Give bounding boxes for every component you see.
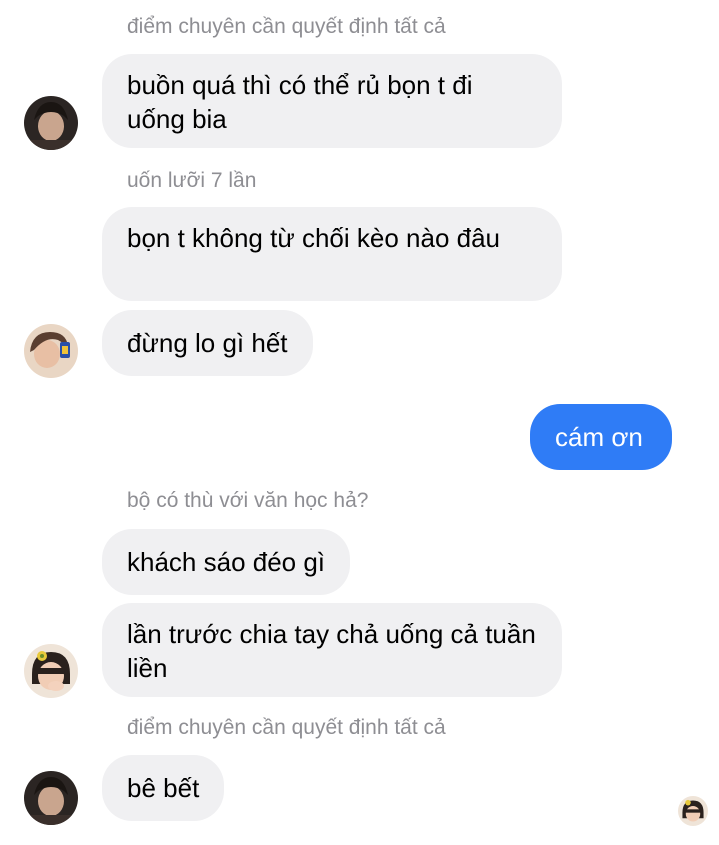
message-bubble[interactable]: đừng lo gì hết (102, 310, 313, 376)
message-bubble[interactable]: lần trước chia tay chả uống cả tuần liền (102, 603, 562, 697)
read-receipt-avatar-icon (678, 796, 708, 826)
user-avatar-icon[interactable] (24, 324, 78, 378)
message-bubble[interactable]: bọn t không từ chối kèo nào đâu (102, 207, 562, 301)
message-bubble[interactable]: khách sáo đéo gì (102, 529, 351, 595)
sender-name: điểm chuyên cần quyết định tất cả (127, 15, 446, 38)
outgoing-message-bubble[interactable]: cám ơn (530, 404, 672, 470)
user-avatar-icon[interactable] (24, 96, 78, 150)
message-bubble[interactable]: buồn quá thì có thể rủ bọn t đi uống bia (102, 54, 562, 148)
user-avatar-icon[interactable] (24, 771, 78, 825)
sender-name: điểm chuyên cần quyết định tất cả (127, 716, 446, 739)
message-bubble[interactable]: bê bết (102, 755, 225, 821)
user-avatar-icon[interactable] (24, 644, 78, 698)
sender-name: uốn lưỡi 7 lần (127, 169, 257, 192)
sender-name: bộ có thù với văn học hả? (127, 489, 369, 512)
